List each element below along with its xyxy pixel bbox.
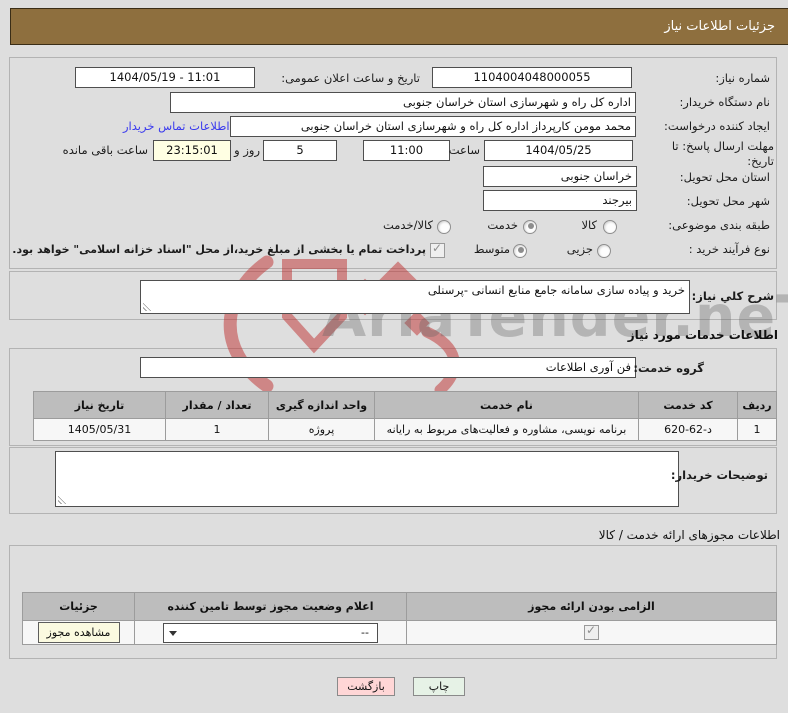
print-button[interactable]: چاپ (413, 677, 465, 696)
service-code: 620-62-د (638, 418, 738, 441)
services-section-heading: اطلاعات خدمات مورد نیاز (627, 328, 778, 342)
announce-datetime-field[interactable]: 1404/05/19 - 11:01 (75, 67, 255, 88)
page-title: جزئیات اطلاعات نیاز (10, 8, 788, 45)
service-qty: 1 (165, 418, 269, 441)
description-text: خرید و پیاده سازی سامانه جامع منابع انسا… (427, 283, 685, 297)
licenses-col-status: اعلام وضعیت مجوز توسط تامین کننده (134, 592, 407, 621)
hours-remaining-field[interactable]: 23:15:01 (153, 140, 231, 161)
resize-handle-icon[interactable] (143, 302, 152, 311)
description-textarea[interactable]: خرید و پیاده سازی سامانه جامع منابع انسا… (140, 280, 690, 314)
radio-goods[interactable] (603, 220, 617, 234)
service-date: 1405/05/31 (33, 418, 166, 441)
delivery-city-label: شهر محل تحویل: (686, 194, 770, 208)
services-col-unit: واحد اندازه گیری (268, 391, 375, 419)
days-remaining-field[interactable]: 5 (263, 140, 337, 161)
deadline-time-label: ساعت (448, 143, 480, 157)
deadline-date-field[interactable]: 1404/05/25 (484, 140, 633, 161)
license-status-select[interactable]: -- (163, 622, 378, 643)
licenses-col-required: الزامی بودن ارائه مجوز (406, 592, 777, 621)
radio-partial[interactable] (597, 244, 611, 258)
view-license-button[interactable]: مشاهده مجوز (37, 622, 120, 643)
licenses-table-row: -- مشاهده مجوز (22, 620, 777, 645)
treasury-note-label: پرداخت تمام یا بخشی از مبلغ خرید،از محل … (12, 243, 426, 256)
resize-handle-icon[interactable] (58, 495, 67, 504)
delivery-province-label: استان محل تحویل: (679, 170, 770, 184)
radio-medium-label: متوسط (473, 242, 510, 256)
service-row-index: 1 (737, 418, 777, 441)
deadline-label: مهلت ارسال پاسخ: تا تاریخ: (671, 139, 774, 168)
deadline-time-field[interactable]: 11:00 (363, 140, 450, 161)
radio-partial-label: جزیی (566, 242, 593, 256)
services-col-index: ردیف (737, 391, 777, 419)
license-required-checkbox[interactable] (584, 623, 599, 640)
delivery-province-field[interactable]: خراسان جنوبی (483, 166, 637, 187)
chevron-down-icon (169, 630, 177, 636)
back-button[interactable]: بازگشت (337, 677, 395, 696)
classification-label: طبقه بندی موضوعی: (668, 218, 770, 232)
process-type-label: نوع فرآیند خرید : (688, 242, 770, 256)
radio-service-label: خدمت (487, 218, 518, 232)
delivery-city-field[interactable]: بیرجند (483, 190, 637, 211)
buyer-explanations-textarea[interactable] (55, 451, 679, 507)
description-label: شرح کلي نیاز: (691, 289, 774, 303)
services-table: ردیف کد خدمت نام خدمت واحد اندازه گیری ت… (33, 391, 777, 441)
need-number-label: شماره نیاز: (715, 71, 770, 85)
buyer-explanations-label: توضیحات خریدار: (670, 468, 768, 482)
need-details-page: AriaTender.neT جزئیات اطلاعات نیاز شماره… (0, 0, 788, 713)
license-status-value: -- (361, 625, 369, 639)
days-and-label: روز و (234, 143, 260, 157)
services-col-date: تاریخ نیاز (33, 391, 166, 419)
radio-goods-label: کالا (581, 218, 597, 232)
service-unit: پروژه (268, 418, 375, 441)
radio-goods-service[interactable] (437, 220, 451, 234)
radio-goods-service-label: کالا/خدمت (382, 218, 433, 232)
services-col-qty: تعداد / مقدار (165, 391, 269, 419)
licenses-section-heading: اطلاعات مجوزهای ارائه خدمت / کالا (598, 528, 780, 542)
service-group-label: گروه خدمت: (633, 361, 704, 375)
buyer-org-label: نام دستگاه خریدار: (679, 95, 770, 109)
treasury-checkbox[interactable] (430, 241, 445, 258)
services-col-name: نام خدمت (374, 391, 639, 419)
request-creator-label: ایجاد کننده درخواست: (664, 119, 770, 133)
service-name: برنامه نویسی، مشاوره و فعالیت‌های مربوط … (374, 418, 639, 441)
services-table-row: 1 620-62-د برنامه نویسی، مشاوره و فعالیت… (33, 418, 777, 441)
service-group-field[interactable]: فن آوری اطلاعات (140, 357, 636, 378)
need-number-field[interactable]: 1104004048000055 (432, 67, 632, 88)
radio-service[interactable] (523, 220, 537, 234)
licenses-col-details: جزئیات (22, 592, 135, 621)
services-col-code: کد خدمت (638, 391, 738, 419)
hours-remaining-label: ساعت باقی مانده (62, 143, 148, 157)
announce-datetime-label: تاریخ و ساعت اعلان عمومی: (281, 71, 420, 85)
buyer-org-field[interactable]: اداره کل راه و شهرسازی استان خراسان جنوب… (170, 92, 636, 113)
licenses-table: الزامی بودن ارائه مجوز اعلام وضعیت مجوز … (22, 592, 777, 645)
request-creator-field[interactable]: محمد مومن کارپرداز اداره کل راه و شهرساز… (230, 116, 636, 137)
radio-medium[interactable] (513, 244, 527, 258)
buyer-contact-link[interactable]: اطلاعات تماس خریدار (123, 119, 230, 133)
